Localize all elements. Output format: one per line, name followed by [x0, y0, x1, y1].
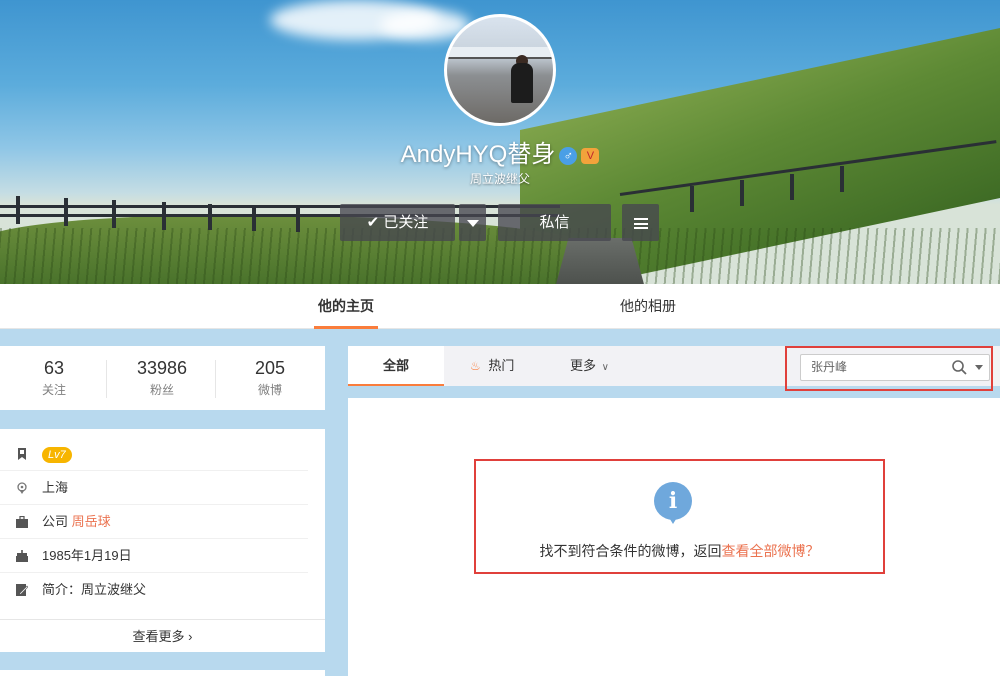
profile-subtitle: 周立波继父: [469, 172, 530, 186]
tab-album[interactable]: 他的相册: [620, 284, 676, 329]
divider: [106, 360, 107, 398]
stat-posts[interactable]: 205 微博: [216, 358, 324, 398]
stats-card: 63 关注 33986 粉丝 205 微博: [0, 346, 325, 410]
stat-label: 微博: [257, 383, 282, 397]
follow-button[interactable]: ✔ 已关注: [340, 204, 455, 241]
fence-post: [112, 200, 116, 228]
fence-post: [16, 196, 20, 224]
location-icon: [17, 482, 27, 494]
check-icon: ✔: [366, 214, 380, 231]
stat-label: 粉丝: [149, 383, 174, 397]
bookmark-icon: [18, 448, 26, 460]
empty-state-text: 找不到符合条件的微博，返回: [539, 543, 722, 559]
vip-badge-icon[interactable]: V: [581, 147, 600, 164]
feed-tab-more[interactable]: 更多 ∨: [570, 346, 609, 386]
feed-tab-more-label: 更多: [570, 358, 597, 373]
stat-following[interactable]: 63 关注: [0, 358, 108, 398]
info-row-company: 公司 周岳球: [0, 505, 308, 539]
stat-count: 63: [43, 358, 65, 378]
fence-post: [64, 198, 68, 226]
profile-name[interactable]: AndyHYQ替身: [401, 141, 556, 168]
briefcase-icon: [16, 516, 28, 528]
profile-cover: AndyHYQ替身 ♂ V 周立波继父 ✔ 已关注 私信: [0, 0, 1000, 284]
more-menu-button[interactable]: [622, 204, 659, 241]
info-row-bio: 简介：周立波继父: [0, 573, 308, 607]
stat-followers[interactable]: 33986 粉丝: [108, 358, 216, 398]
stat-count: 33986: [136, 358, 188, 378]
caret-down-icon: [466, 219, 479, 227]
birthday-text: 1985年1月19日: [42, 548, 132, 563]
tab-home[interactable]: 他的主页: [314, 284, 378, 329]
follow-dropdown-button[interactable]: [459, 204, 486, 241]
profile-name-row: AndyHYQ替身 ♂ V: [0, 134, 1000, 169]
level-badge[interactable]: Lv7: [42, 446, 72, 463]
empty-state-message: 找不到符合条件的微博，返回查看全部微博？: [474, 541, 885, 561]
fence-post: [296, 206, 300, 232]
feed-tab-hot[interactable]: ♨ 热门: [470, 346, 514, 386]
path: [555, 238, 645, 284]
view-more-link[interactable]: 查看更多 ›: [0, 619, 325, 652]
view-all-posts-link[interactable]: 查看全部微博？: [722, 543, 820, 559]
avatar[interactable]: [444, 14, 556, 126]
bio-text: 简介：周立波继父: [42, 582, 147, 597]
fence-post: [162, 202, 166, 230]
edit-icon: [16, 584, 28, 596]
stat-label: 关注: [41, 383, 66, 397]
info-row-level: Lv7: [0, 437, 308, 471]
profile-tabbar: 他的主页 他的相册: [0, 284, 1000, 329]
company-prefix: 公司: [42, 514, 69, 529]
cake-icon: [16, 550, 28, 562]
message-button[interactable]: 私信: [498, 204, 611, 241]
fire-icon: ♨: [470, 359, 481, 373]
feed-tab-all[interactable]: 全部: [348, 346, 444, 386]
next-card: [0, 670, 325, 676]
fence-post: [252, 205, 256, 231]
search-highlight-box: [785, 346, 993, 391]
info-row-location: 上海: [0, 471, 308, 505]
info-row-birthday: 1985年1月19日: [0, 539, 308, 573]
location-text: 上海: [42, 480, 69, 495]
fence-post: [208, 204, 212, 230]
feed-tab-hot-label: 热门: [488, 358, 515, 373]
stat-count: 205: [254, 358, 286, 378]
fence-post: [690, 186, 694, 212]
menu-icon: [633, 217, 648, 229]
follow-button-label: 已关注: [383, 214, 429, 231]
company-link[interactable]: 周岳球: [72, 514, 111, 529]
info-card: Lv7 上海 公司 周岳球 1985年1月19日 简介：周立波继父 查看更多 ›: [0, 429, 325, 652]
chevron-down-icon: ∨: [601, 362, 609, 373]
male-icon: ♂: [559, 146, 578, 165]
